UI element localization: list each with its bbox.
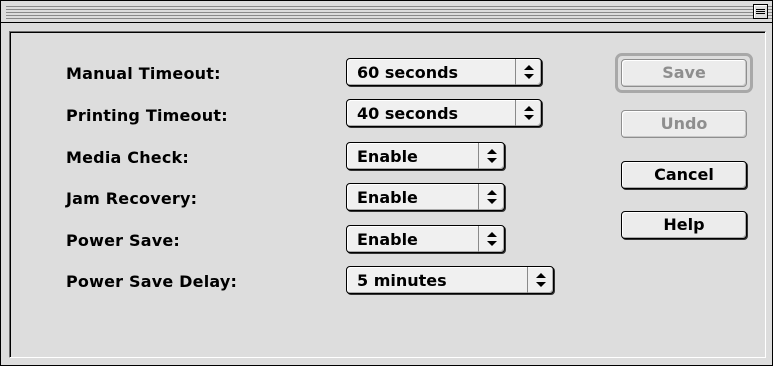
- up-down-arrows-icon: [478, 226, 504, 252]
- jam-recovery-value: Enable: [357, 188, 418, 207]
- undo-button[interactable]: Undo: [621, 110, 747, 138]
- power-save-value: Enable: [357, 230, 418, 249]
- media-check-label: Media Check:: [66, 148, 189, 167]
- jam-recovery-label: Jam Recovery:: [66, 189, 198, 208]
- save-button[interactable]: Save: [621, 59, 747, 87]
- manual-timeout-popup[interactable]: 60 seconds: [346, 58, 542, 86]
- printing-timeout-value: 40 seconds: [357, 104, 459, 123]
- up-down-arrows-icon: [527, 267, 553, 293]
- cancel-button[interactable]: Cancel: [621, 161, 747, 189]
- jam-recovery-popup[interactable]: Enable: [346, 183, 505, 211]
- up-down-arrows-icon: [515, 59, 541, 85]
- collapse-icon[interactable]: [753, 4, 768, 19]
- title-bar-edge: [1, 1, 6, 22]
- up-down-arrows-icon: [478, 184, 504, 210]
- printer-settings-window: Manual Timeout: 60 seconds Printing Time…: [0, 0, 773, 366]
- title-bar[interactable]: [1, 1, 772, 23]
- printing-timeout-label: Printing Timeout:: [66, 106, 228, 125]
- help-button[interactable]: Help: [621, 211, 747, 239]
- printing-timeout-popup[interactable]: 40 seconds: [346, 99, 542, 127]
- power-save-label: Power Save:: [66, 231, 181, 250]
- power-save-delay-popup[interactable]: 5 minutes: [346, 266, 554, 294]
- power-save-delay-label: Power Save Delay:: [66, 272, 238, 291]
- manual-timeout-value: 60 seconds: [357, 63, 459, 82]
- up-down-arrows-icon: [515, 100, 541, 126]
- power-save-popup[interactable]: Enable: [346, 225, 505, 253]
- media-check-popup[interactable]: Enable: [346, 142, 505, 170]
- settings-panel: Manual Timeout: 60 seconds Printing Time…: [9, 31, 766, 358]
- up-down-arrows-icon: [478, 143, 504, 169]
- manual-timeout-label: Manual Timeout:: [66, 64, 221, 83]
- power-save-delay-value: 5 minutes: [357, 271, 447, 290]
- media-check-value: Enable: [357, 147, 418, 166]
